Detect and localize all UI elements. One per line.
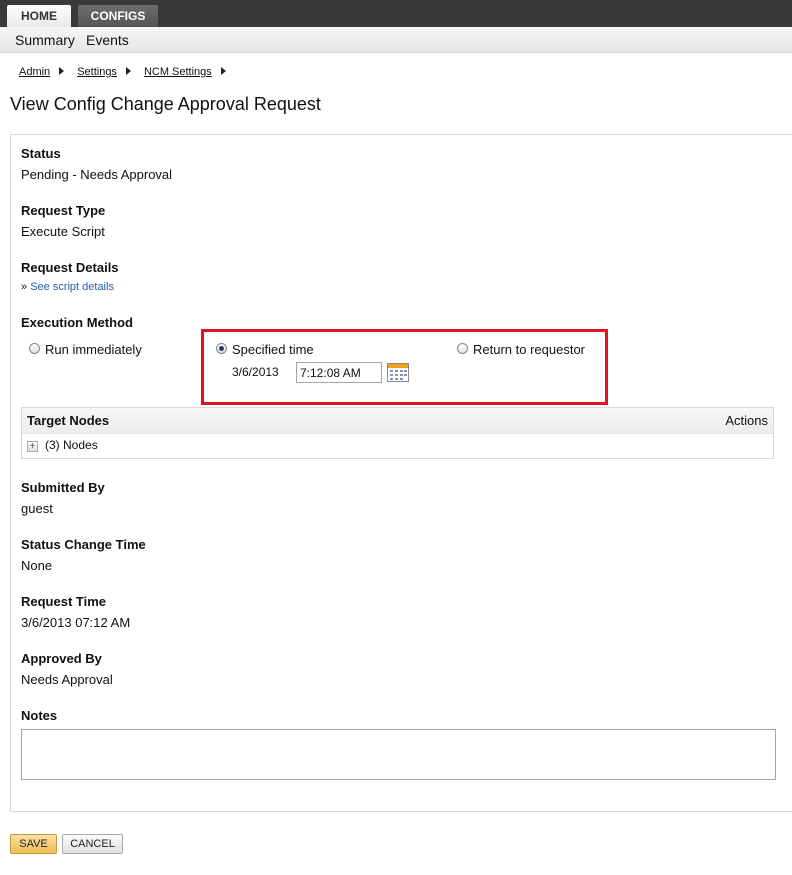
save-button[interactable]: SAVE — [10, 834, 57, 854]
request-type-label: Request Type — [21, 203, 106, 218]
approved-by-label: Approved By — [21, 651, 102, 666]
status-change-time-value: None — [21, 558, 53, 573]
status-change-time-label: Status Change Time — [21, 537, 146, 552]
request-time-label: Request Time — [21, 594, 107, 609]
request-type-value: Execute Script — [21, 224, 105, 239]
tab-configs[interactable]: CONFIGS — [78, 5, 158, 27]
see-script-details-link[interactable]: See script details — [30, 281, 114, 293]
breadcrumb-settings[interactable]: Settings — [77, 66, 117, 78]
triangle-right-icon — [59, 67, 65, 75]
target-nodes-box: Target Nodes Actions — [21, 407, 774, 459]
target-nodes-header: Target Nodes Actions — [22, 408, 773, 434]
breadcrumb-admin[interactable]: Admin — [19, 66, 50, 78]
cancel-button[interactable]: CANCEL — [62, 834, 123, 854]
submitted-by-value: guest — [21, 501, 53, 516]
status-value: Pending - Needs Approval — [21, 167, 173, 182]
execution-method-label: Execution Method — [21, 315, 133, 330]
plus-icon[interactable]: + — [27, 441, 38, 452]
request-time-value: 3/6/2013 07:12 AM — [21, 615, 131, 630]
run-immediately-label[interactable]: Run immediately — [45, 342, 142, 357]
approved-by-value: Needs Approval — [21, 672, 113, 687]
tab-home[interactable]: HOME — [7, 5, 71, 27]
highlight-box — [201, 329, 608, 405]
sub-navigation: Summary Events — [0, 27, 792, 53]
breadcrumb-ncm-settings[interactable]: NCM Settings — [144, 66, 212, 78]
request-panel — [10, 134, 792, 812]
triangle-right-icon — [125, 67, 131, 75]
nodes-count-label[interactable]: (3) Nodes — [45, 438, 98, 452]
page-title: View Config Change Approval Request — [10, 94, 321, 114]
actions-label[interactable]: Actions — [725, 413, 768, 428]
request-details-row: » See script details — [21, 281, 114, 293]
notes-textarea[interactable] — [21, 729, 776, 780]
status-label: Status — [21, 146, 61, 161]
subnav-events[interactable]: Events — [86, 32, 129, 48]
subnav-summary[interactable]: Summary — [15, 32, 75, 48]
submitted-by-label: Submitted By — [21, 480, 105, 495]
run-immediately-radio[interactable] — [29, 343, 40, 354]
link-prefix: » — [21, 281, 28, 293]
notes-label: Notes — [21, 708, 58, 723]
target-nodes-title: Target Nodes — [27, 413, 110, 428]
request-details-label: Request Details — [21, 260, 119, 275]
triangle-right-icon — [220, 67, 226, 75]
top-tab-bar: HOME CONFIGS — [0, 0, 792, 27]
breadcrumb: Admin Settings NCM Settings — [19, 66, 239, 78]
